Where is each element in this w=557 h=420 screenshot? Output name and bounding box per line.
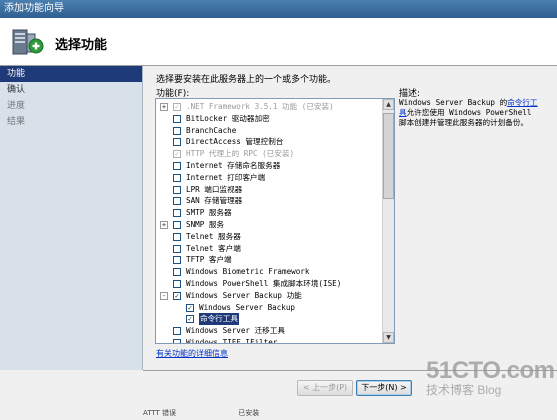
feature-label: TFTP 客户端 xyxy=(186,255,232,265)
feature-row[interactable]: ✓ Windows Server Backup xyxy=(156,302,383,314)
feature-row[interactable]: + ✓ .NET Framework 3.5.1 功能 (已安装) xyxy=(156,101,383,113)
feature-label: BitLocker 驱动器加密 xyxy=(186,113,270,123)
feature-row[interactable]: SAN 存储管理器 xyxy=(156,195,383,207)
feature-row[interactable]: SMTP 服务器 xyxy=(156,207,383,219)
watermark-logo: 51CTO.com 技术博客 Blog xyxy=(426,357,555,398)
feature-checkbox[interactable] xyxy=(173,279,181,288)
feature-checkbox[interactable] xyxy=(173,209,181,218)
feature-label: Windows Server Backup 功能 xyxy=(186,290,302,300)
nav-step-confirm[interactable]: 确认 xyxy=(0,82,142,98)
feature-checkbox: ✓ xyxy=(173,150,181,159)
feature-row[interactable]: BranchCache xyxy=(156,125,383,137)
instruction-text: 选择要安装在此服务器上的一个或多个功能。 xyxy=(156,75,337,85)
prev-button[interactable]: < 上一步(P) xyxy=(297,380,353,396)
feature-checkbox: ✓ xyxy=(173,103,181,111)
feature-row[interactable]: Internet 存储命名服务器 xyxy=(156,160,383,172)
feature-row[interactable]: LPR 端口监视器 xyxy=(156,184,383,196)
feature-label: Telnet 服务器 xyxy=(186,231,241,241)
feature-label: Internet 打印客户端 xyxy=(186,172,266,182)
feature-label: Telnet 客户端 xyxy=(186,243,241,253)
collapse-icon[interactable]: - xyxy=(160,291,168,300)
feature-label: Windows Server 迁移工具 xyxy=(186,326,285,336)
features-tree[interactable]: + ✓ .NET Framework 3.5.1 功能 (已安装) BitLocker… xyxy=(155,98,395,344)
feature-label: SAN 存储管理器 xyxy=(186,196,243,206)
window-title: 添加功能向导 xyxy=(4,3,64,14)
description-prefix: Windows Server Backup 的 xyxy=(399,98,508,107)
feature-label: SNMP 服务 xyxy=(186,219,225,229)
feature-row[interactable]: ✓ HTTP 代理上的 RPC (已安装) xyxy=(156,148,383,160)
scroll-thumb[interactable] xyxy=(383,113,394,199)
nav-step-results: 结果 xyxy=(7,117,26,127)
feature-label: Internet 存储命名服务器 xyxy=(186,160,281,170)
page-title: 选择功能 xyxy=(55,37,108,52)
feature-checkbox[interactable] xyxy=(173,173,181,182)
feature-checkbox[interactable] xyxy=(173,161,181,170)
nav-step-features[interactable]: 功能 xyxy=(0,66,142,82)
feature-checkbox[interactable] xyxy=(173,197,181,206)
feature-label: BranchCache xyxy=(186,125,237,135)
next-button[interactable]: 下一步(N) > xyxy=(356,380,412,396)
feature-row[interactable]: DirectAccess 管理控制台 xyxy=(156,136,383,148)
description-text: Windows Server Backup 的命令行工具允许您使用 Window… xyxy=(399,98,539,128)
feature-label: 命令行工具 xyxy=(199,313,239,326)
server-add-icon xyxy=(12,29,44,55)
feature-checkbox[interactable] xyxy=(173,114,181,123)
feature-row[interactable]: TFTP 客户端 xyxy=(156,254,383,266)
bottom-status-strip: ATTT 错误 已安装 xyxy=(143,408,259,418)
window-title-bar: 添加功能向导 xyxy=(0,0,557,18)
feature-checkbox[interactable] xyxy=(173,126,181,135)
feature-label: LPR 端口监视器 xyxy=(186,184,243,194)
feature-row[interactable]: Windows TIFF IFilter xyxy=(156,337,383,344)
feature-checkbox[interactable] xyxy=(173,327,181,336)
scroll-up-icon[interactable]: ▲ xyxy=(383,99,394,110)
feature-label: HTTP 代理上的 RPC (已安装) xyxy=(186,149,295,159)
nav-step-progress: 进度 xyxy=(7,101,26,111)
wizard-header: 选择功能 xyxy=(0,18,557,66)
description-suffix: 允许您使用 Windows PowerShell 脚本创建并管理此服务器的计划备… xyxy=(399,108,532,127)
feature-checkbox[interactable]: ✓ xyxy=(186,303,194,312)
feature-checkbox[interactable] xyxy=(173,244,181,253)
feature-label: .NET Framework 3.5.1 功能 (已安装) xyxy=(186,102,334,111)
feature-row[interactable]: Telnet 客户端 xyxy=(156,243,383,255)
feature-label: Windows PowerShell 集成脚本环境(ISE) xyxy=(186,278,342,288)
feature-row[interactable]: Windows Biometric Framework xyxy=(156,266,383,278)
feature-checkbox[interactable] xyxy=(173,268,181,277)
wizard-steps-nav: 功能 确认 进度 结果 xyxy=(0,66,143,370)
feature-checkbox[interactable] xyxy=(173,220,181,229)
feature-row[interactable]: Windows PowerShell 集成脚本环境(ISE) xyxy=(156,278,383,290)
feature-row[interactable]: Windows Server 迁移工具 xyxy=(156,325,383,337)
feature-checkbox[interactable] xyxy=(173,185,181,194)
expand-icon[interactable]: + xyxy=(160,220,168,229)
feature-checkbox[interactable] xyxy=(173,232,181,241)
scroll-down-icon[interactable]: ▼ xyxy=(383,332,394,343)
feature-row[interactable]: Internet 打印客户端 xyxy=(156,172,383,184)
feature-row[interactable]: Telnet 服务器 xyxy=(156,231,383,243)
feature-label: Windows Server Backup xyxy=(199,302,296,312)
feature-checkbox[interactable]: ✓ xyxy=(173,291,181,300)
expand-icon[interactable]: + xyxy=(160,103,168,111)
features-scrollbar[interactable]: ▲ ▼ xyxy=(382,99,394,343)
feature-checkbox[interactable]: ✓ xyxy=(186,315,194,324)
feature-row[interactable]: + SNMP 服务 xyxy=(156,219,383,231)
feature-label: SMTP 服务器 xyxy=(186,208,232,218)
feature-rows: + ✓ .NET Framework 3.5.1 功能 (已安装) BitLocker… xyxy=(156,101,383,344)
feature-row[interactable]: - ✓ Windows Server Backup 功能 xyxy=(156,290,383,302)
feature-checkbox[interactable] xyxy=(173,338,181,343)
more-info-link[interactable]: 有关功能的详细信息 xyxy=(156,348,228,359)
feature-label: Windows TIFF IFilter xyxy=(186,337,278,344)
feature-row[interactable]: BitLocker 驱动器加密 xyxy=(156,113,383,125)
feature-label: Windows Biometric Framework xyxy=(186,267,310,277)
feature-checkbox[interactable] xyxy=(173,138,181,147)
bottom-strip-left: ATTT 错误 xyxy=(143,409,177,417)
feature-label: DirectAccess 管理控制台 xyxy=(186,137,284,147)
feature-row[interactable]: ✓ 命令行工具 xyxy=(156,313,383,326)
feature-checkbox[interactable] xyxy=(173,256,181,265)
bottom-strip-right: 已安装 xyxy=(238,409,260,417)
